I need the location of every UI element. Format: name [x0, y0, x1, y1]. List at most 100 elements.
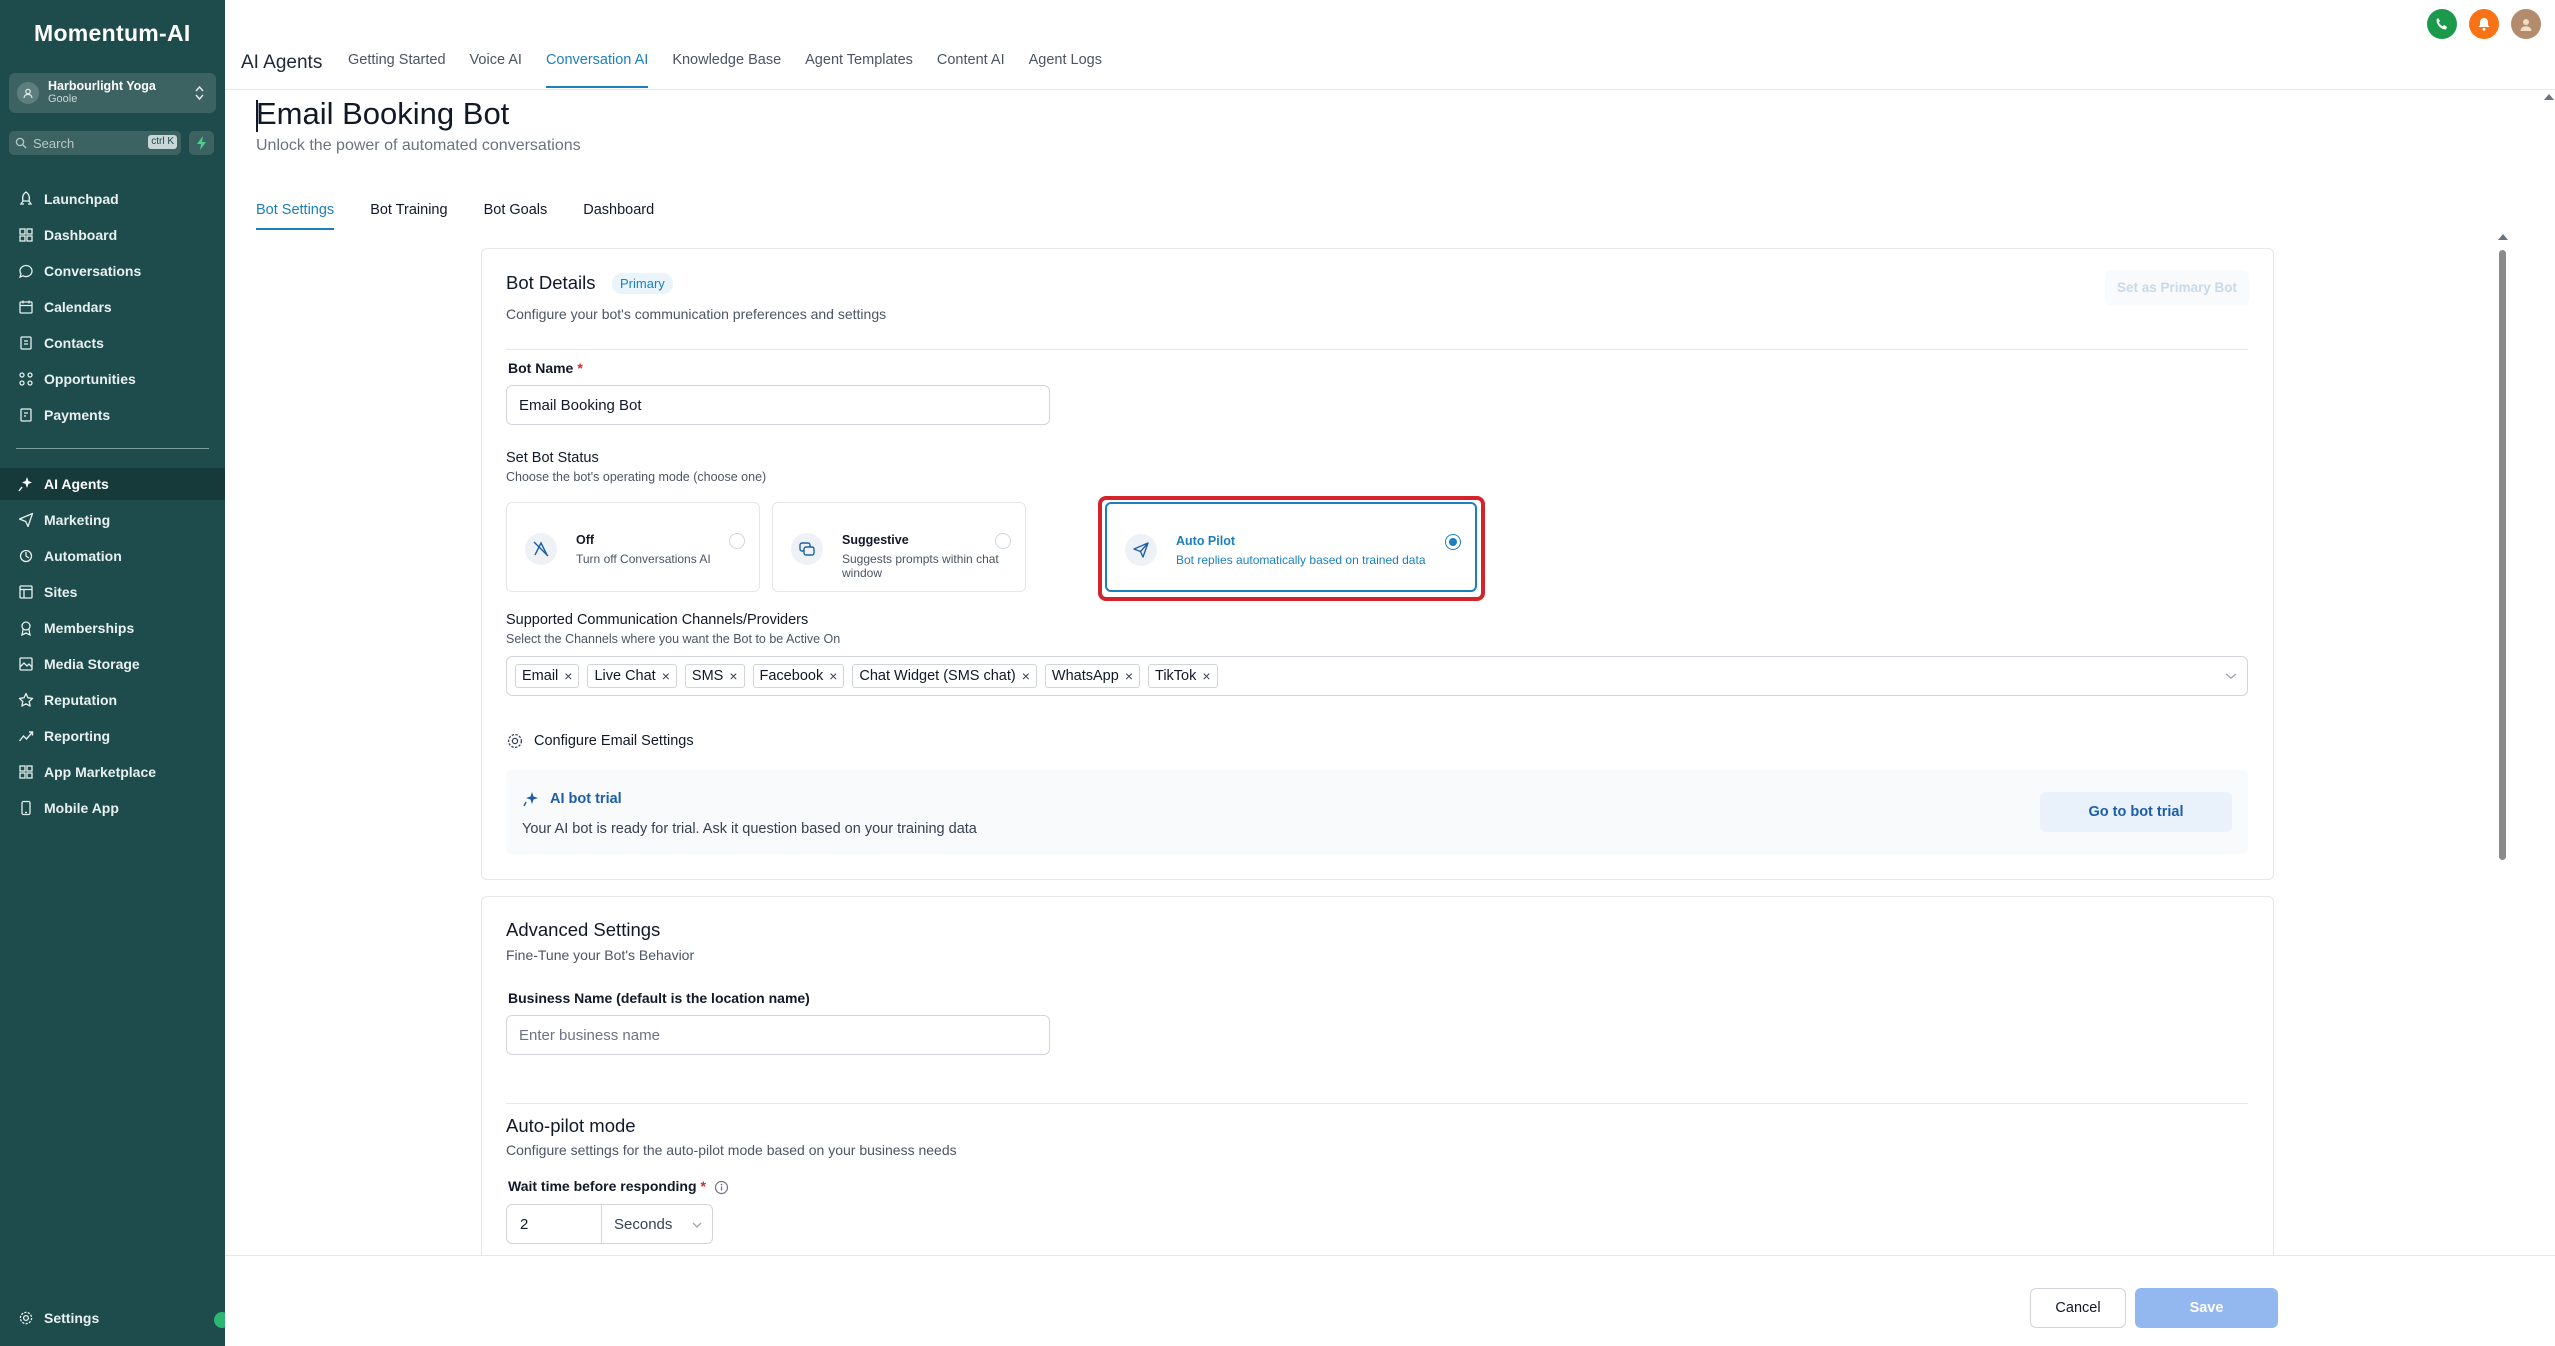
quick-action-button[interactable]	[189, 131, 214, 155]
grid-icon	[19, 228, 33, 242]
configure-email-label: Configure Email Settings	[534, 733, 694, 749]
remove-chip-icon[interactable]: ×	[829, 668, 837, 684]
primary-badge: Primary	[612, 273, 673, 294]
selection-highlight	[1098, 496, 1485, 601]
tab-content-ai[interactable]: Content AI	[937, 52, 1005, 88]
wait-time-input[interactable]: 2	[506, 1204, 602, 1244]
bot-trial-panel: AI bot trial Your AI bot is ready for tr…	[506, 770, 2248, 854]
sidebar-item-settings[interactable]: Settings	[0, 1302, 225, 1334]
gear-icon	[19, 1311, 33, 1325]
trial-description: Your AI bot is ready for trial. Ask it q…	[522, 821, 977, 837]
tab-conversation-ai[interactable]: Conversation AI	[545, 52, 649, 88]
content-scroll-up[interactable]	[2498, 234, 2508, 240]
content-scrollbar[interactable]	[2499, 250, 2506, 860]
phone-button[interactable]	[2427, 9, 2457, 39]
rocket-icon	[19, 191, 33, 205]
remove-chip-icon[interactable]: ×	[729, 668, 737, 684]
sidebar-item-label: Reporting	[44, 728, 111, 744]
notifications-button[interactable]	[2469, 9, 2499, 39]
tab-voice-ai[interactable]: Voice AI	[470, 52, 522, 88]
tab-bot-settings[interactable]: Bot Settings	[256, 202, 335, 230]
user-avatar[interactable]	[2511, 9, 2541, 39]
status-title: Suggestive	[842, 533, 909, 547]
status-radio[interactable]	[729, 533, 745, 549]
divider	[506, 1103, 2248, 1104]
bot-status-label: Set Bot Status	[506, 450, 599, 466]
channel-chip: WhatsApp ×	[1044, 664, 1140, 688]
sidebar-item-conversations[interactable]: Conversations	[0, 255, 225, 287]
sidebar-item-label: Settings	[44, 1310, 100, 1326]
location-name: Harbourlight Yoga	[48, 79, 156, 93]
sidebar-item-mobile-app[interactable]: Mobile App	[0, 792, 225, 824]
sidebar-item-calendars[interactable]: Calendars	[0, 291, 225, 323]
channels-label: Supported Communication Channels/Provide…	[506, 612, 809, 628]
remove-chip-icon[interactable]: ×	[1202, 668, 1210, 684]
remove-chip-icon[interactable]: ×	[1125, 668, 1133, 684]
sidebar-item-automation[interactable]: Automation	[0, 540, 225, 572]
top-tabs: Getting Started Voice AI Conversation AI…	[348, 52, 1126, 88]
sidebar-item-reputation[interactable]: Reputation	[0, 684, 225, 716]
sidebar-item-ai-agents[interactable]: AI Agents	[0, 468, 225, 500]
status-option-off[interactable]: Off Turn off Conversations AI	[506, 502, 760, 592]
sidebar-item-sites[interactable]: Sites	[0, 576, 225, 608]
remove-chip-icon[interactable]: ×	[564, 668, 572, 684]
tab-knowledge-base[interactable]: Knowledge Base	[672, 52, 781, 88]
wait-time-label-text: Wait time before responding	[508, 1178, 697, 1194]
sparkle-icon	[523, 792, 538, 807]
sidebar-item-launchpad[interactable]: Launchpad	[0, 183, 225, 215]
tab-bot-training[interactable]: Bot Training	[370, 202, 447, 230]
sidebar-item-label: Marketing	[44, 512, 111, 528]
page-title: Email Booking Bot	[256, 96, 510, 131]
cancel-button[interactable]: Cancel	[2030, 1288, 2126, 1328]
contacts-icon	[20, 336, 32, 350]
status-radio[interactable]	[995, 533, 1011, 549]
location-icon	[17, 82, 39, 104]
bell-icon	[2478, 18, 2490, 31]
tab-agent-logs[interactable]: Agent Logs	[1029, 52, 1102, 88]
sidebar-search[interactable]: ctrl K	[9, 131, 181, 155]
sidebar-item-reporting[interactable]: Reporting	[0, 720, 225, 752]
chevron-down-icon	[2225, 673, 2237, 679]
wait-unit-select[interactable]: Seconds	[601, 1204, 713, 1244]
sidebar-item-dashboard[interactable]: Dashboard	[0, 219, 225, 251]
business-name-input[interactable]	[506, 1015, 1050, 1055]
info-icon[interactable]	[714, 1180, 729, 1195]
divider	[506, 349, 2248, 350]
tab-getting-started[interactable]: Getting Started	[348, 52, 446, 88]
sidebar-item-marketing[interactable]: Marketing	[0, 504, 225, 536]
sidebar-item-label: Automation	[44, 548, 122, 564]
channel-chip: Facebook ×	[752, 664, 845, 688]
go-to-bot-trial-button[interactable]: Go to bot trial	[2040, 792, 2232, 832]
status-option-suggestive[interactable]: Suggestive Suggests prompts within chat …	[772, 502, 1026, 592]
location-switcher[interactable]: Harbourlight Yoga Goole	[9, 73, 216, 113]
channels-multiselect[interactable]: Email × Live Chat × SMS × Facebook × Chat Widget…	[506, 656, 2248, 696]
channels-hint: Select the Channels where you want the B…	[506, 632, 841, 646]
remove-chip-icon[interactable]: ×	[662, 668, 670, 684]
business-name-label: Business Name (default is the location n…	[508, 990, 810, 1006]
sidebar-item-opportunities[interactable]: Opportunities	[0, 363, 225, 395]
sidebar-item-app-marketplace[interactable]: App Marketplace	[0, 756, 225, 788]
sidebar-item-media-storage[interactable]: Media Storage	[0, 648, 225, 680]
star-icon	[18, 692, 34, 707]
tab-bot-goals[interactable]: Bot Goals	[484, 202, 548, 230]
page-scroll-up[interactable]	[2544, 94, 2554, 100]
tab-dashboard[interactable]: Dashboard	[583, 202, 654, 230]
sidebar-item-label: Launchpad	[44, 191, 119, 207]
configure-email-settings[interactable]: Configure Email Settings	[506, 732, 694, 750]
chevron-updown-icon	[195, 85, 204, 101]
tab-agent-templates[interactable]: Agent Templates	[805, 52, 913, 88]
remove-chip-icon[interactable]: ×	[1022, 668, 1030, 684]
search-input[interactable]	[33, 135, 143, 151]
bot-name-input[interactable]	[506, 385, 1050, 425]
set-primary-bot-button[interactable]: Set as Primary Bot	[2105, 270, 2250, 305]
channel-chip-label: TikTok	[1155, 668, 1197, 684]
autopilot-title: Auto-pilot mode	[506, 1115, 636, 1136]
media-icon	[19, 657, 33, 671]
sidebar-item-contacts[interactable]: Contacts	[0, 327, 225, 359]
sidebar-item-payments[interactable]: Payments	[0, 399, 225, 431]
sidebar-item-memberships[interactable]: Memberships	[0, 612, 225, 644]
sidebar-item-label: App Marketplace	[44, 764, 157, 780]
chat-suggest-icon	[791, 533, 823, 565]
bot-details-description: Configure your bot's communication prefe…	[506, 306, 887, 322]
save-button[interactable]: Save	[2135, 1288, 2278, 1328]
